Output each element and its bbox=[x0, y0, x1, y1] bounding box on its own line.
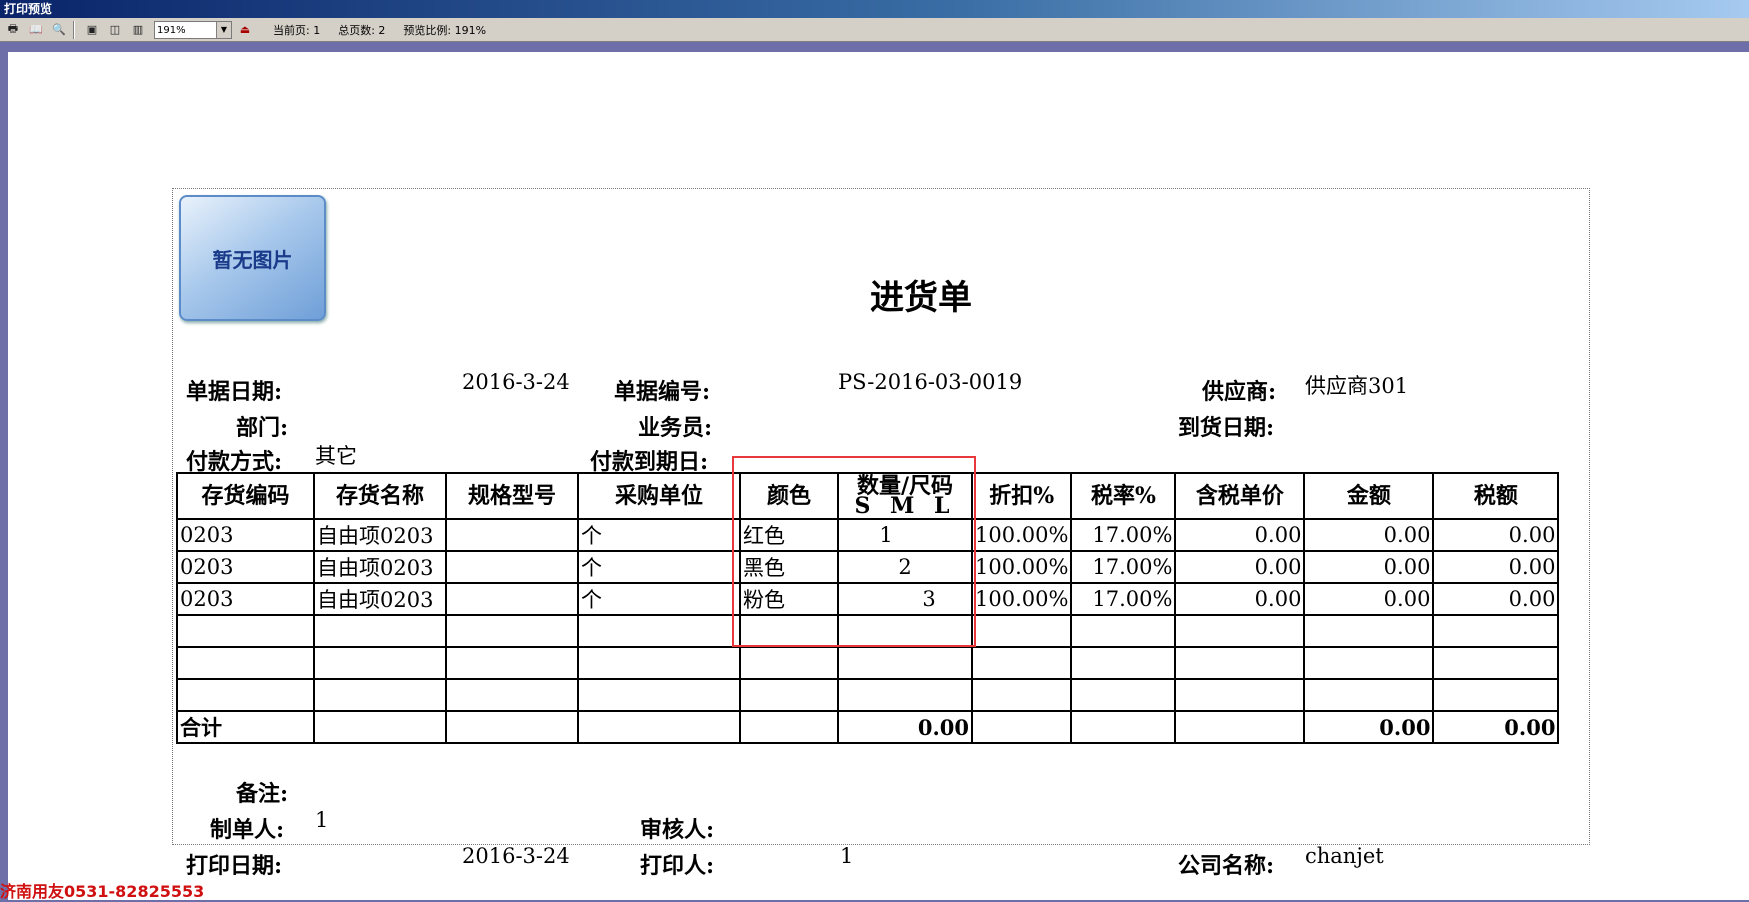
col-header: 采购单位 bbox=[577, 472, 741, 520]
zoom-value: 191% bbox=[157, 24, 186, 36]
print-icon[interactable]: 🖶 bbox=[3, 20, 23, 40]
maker-value: 1 bbox=[315, 808, 329, 832]
cell-amount: 0.00 bbox=[1303, 518, 1435, 552]
toolbar-separator bbox=[73, 20, 75, 39]
printer-label: 打印人: bbox=[640, 853, 715, 879]
auditor-label: 审核人: bbox=[640, 817, 715, 843]
cell-code: 0203 bbox=[176, 518, 315, 552]
col-header: 规格型号 bbox=[445, 472, 579, 520]
col-header: 存货名称 bbox=[313, 472, 447, 520]
date-value: 2016-3-24 bbox=[462, 370, 570, 394]
cell-tax: 0.00 bbox=[1432, 550, 1560, 584]
cell-spec bbox=[445, 582, 579, 616]
printer-value: 1 bbox=[840, 844, 854, 868]
col-header: 含税单价 bbox=[1174, 472, 1306, 520]
cell-discount: 100.00% bbox=[970, 550, 1073, 584]
window-title: 打印预览 bbox=[0, 0, 1749, 18]
print-date-value: 2016-3-24 bbox=[462, 844, 570, 868]
logo-placeholder: 暂无图片 bbox=[179, 195, 326, 321]
two-page-icon[interactable]: ◫ bbox=[105, 20, 125, 40]
total-label: 合计 bbox=[176, 710, 315, 744]
col-header: 折扣% bbox=[970, 472, 1073, 520]
cell-unit: 个 bbox=[577, 582, 741, 616]
cell-tax: 0.00 bbox=[1432, 582, 1560, 616]
cell-unit: 个 bbox=[577, 518, 741, 552]
col-header: 金额 bbox=[1303, 472, 1435, 520]
cell-tax-rate: 17.00% bbox=[1070, 518, 1177, 552]
cell-price: 0.00 bbox=[1174, 550, 1306, 584]
payment-method-value: 其它 bbox=[315, 444, 357, 468]
number-value: PS-2016-03-0019 bbox=[838, 370, 1023, 394]
watermark-text: 济南用友0531-82825553 bbox=[0, 882, 205, 901]
book-icon[interactable]: 📖 bbox=[26, 20, 46, 40]
highlight-box bbox=[732, 456, 976, 647]
salesman-label: 业务员: bbox=[638, 415, 713, 441]
col-header: 税额 bbox=[1432, 472, 1560, 520]
cell-amount: 0.00 bbox=[1303, 550, 1435, 584]
cell-name: 自由项0203 bbox=[313, 550, 447, 584]
cell-price: 0.00 bbox=[1174, 582, 1306, 616]
cell-spec bbox=[445, 550, 579, 584]
col-header: 税率% bbox=[1070, 472, 1177, 520]
exit-icon[interactable]: ⏏ bbox=[235, 20, 255, 40]
document-title: 进货单 bbox=[870, 278, 972, 318]
cell-spec bbox=[445, 518, 579, 552]
cell-price: 0.00 bbox=[1174, 518, 1306, 552]
multi-page-icon[interactable]: ▥ bbox=[128, 20, 148, 40]
table-row-empty bbox=[176, 646, 1560, 680]
supplier-label: 供应商: bbox=[1202, 379, 1277, 405]
cell-tax-rate: 17.00% bbox=[1070, 550, 1177, 584]
company-value: chanjet bbox=[1305, 844, 1384, 868]
cell-tax-rate: 17.00% bbox=[1070, 582, 1177, 616]
remark-label: 备注: bbox=[236, 781, 289, 807]
col-header: 存货编码 bbox=[176, 472, 315, 520]
total-pages-info: 总页数: 2 bbox=[338, 23, 386, 37]
total-qty: 0.00 bbox=[837, 710, 973, 744]
cell-unit: 个 bbox=[577, 550, 741, 584]
number-label: 单据编号: bbox=[614, 379, 711, 405]
cell-code: 0203 bbox=[176, 582, 315, 616]
arrival-date-label: 到货日期: bbox=[1178, 415, 1275, 441]
cell-discount: 100.00% bbox=[970, 518, 1073, 552]
supplier-value: 供应商301 bbox=[1305, 374, 1409, 398]
company-label: 公司名称: bbox=[1178, 853, 1275, 879]
cell-amount: 0.00 bbox=[1303, 582, 1435, 616]
one-page-icon[interactable]: ▣ bbox=[82, 20, 102, 40]
date-label: 单据日期: bbox=[186, 379, 283, 405]
cell-name: 自由项0203 bbox=[313, 518, 447, 552]
current-page-info: 当前页: 1 bbox=[273, 23, 321, 37]
dept-label: 部门: bbox=[236, 415, 289, 441]
print-date-label: 打印日期: bbox=[186, 853, 283, 879]
maker-label: 制单人: bbox=[210, 817, 285, 843]
cell-name: 自由项0203 bbox=[313, 582, 447, 616]
table-total-row: 合计 0.00 0.00 0.00 bbox=[176, 710, 1560, 744]
zoom-select[interactable]: 191% ▼ bbox=[154, 20, 232, 39]
zoom-icon[interactable]: 🔍 bbox=[49, 20, 69, 40]
cell-code: 0203 bbox=[176, 550, 315, 584]
preview-ratio-info: 预览比例: 191% bbox=[403, 23, 487, 37]
total-tax: 0.00 bbox=[1432, 710, 1560, 744]
total-amount: 0.00 bbox=[1303, 710, 1435, 744]
table-row-empty bbox=[176, 678, 1560, 712]
toolbar: 🖶 📖 🔍 ▣ ◫ ▥ 191% ▼ ⏏ 当前页: 1 总页数: 2 预览比例:… bbox=[0, 18, 1749, 42]
chevron-down-icon[interactable]: ▼ bbox=[216, 21, 231, 38]
cell-tax: 0.00 bbox=[1432, 518, 1560, 552]
cell-discount: 100.00% bbox=[970, 582, 1073, 616]
